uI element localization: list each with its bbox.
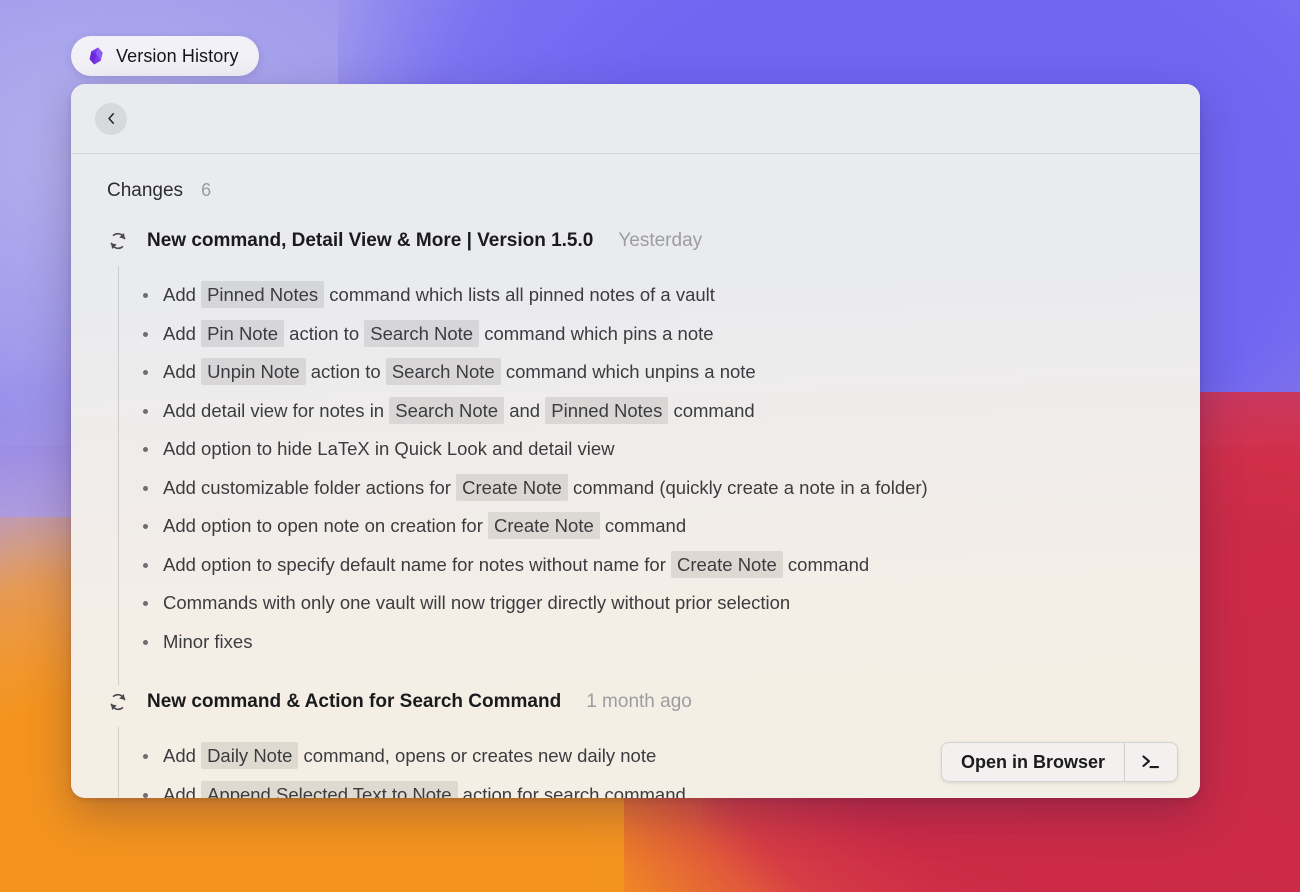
command-tag: Unpin Note — [201, 358, 306, 385]
command-tag: Daily Note — [201, 742, 298, 769]
open-in-browser-button[interactable]: Open in Browser — [942, 743, 1124, 781]
release-header: New command, Detail View & More | Versio… — [107, 224, 1164, 258]
app-title-pill[interactable]: Version History — [71, 36, 259, 76]
changes-title: Changes — [107, 180, 183, 202]
release-timestamp: 1 month ago — [586, 691, 692, 713]
window-titlebar — [71, 84, 1200, 154]
command-tag: Pin Note — [201, 320, 284, 347]
release-title: New command & Action for Search Command — [147, 691, 561, 713]
chevron-left-icon — [105, 112, 118, 125]
command-tag: Search Note — [389, 397, 504, 424]
command-tag: Search Note — [386, 358, 501, 385]
version-history-window: Changes 6 New command, Detail View & Mor… — [71, 84, 1200, 798]
release-note-item: Add Pin Note action to Search Note comma… — [163, 315, 1164, 354]
release-entry: New command, Detail View & More | Versio… — [107, 224, 1164, 685]
release-notes-body: Add Pinned Notes command which lists all… — [118, 266, 1164, 685]
changelog-scroll-area[interactable]: New command, Detail View & More | Versio… — [71, 202, 1200, 798]
command-tag: Search Note — [364, 320, 479, 347]
command-tag: Create Note — [456, 474, 568, 501]
release-timestamp: Yesterday — [618, 230, 702, 252]
release-notes-list: Add Pinned Notes command which lists all… — [163, 276, 1164, 661]
release-note-item: Add customizable folder actions for Crea… — [163, 469, 1164, 508]
changes-count: 6 — [201, 180, 211, 201]
changes-header: Changes 6 — [71, 154, 1200, 202]
release-note-item: Commands with only one vault will now tr… — [163, 584, 1164, 623]
command-tag: Append Selected Text to Note — [201, 781, 457, 799]
release-header: New command & Action for Search Command 1… — [107, 685, 1164, 719]
actions-menu-button[interactable] — [1125, 743, 1177, 781]
command-tag: Pinned Notes — [545, 397, 668, 424]
app-title-label: Version History — [116, 46, 239, 67]
release-note-item: Add Unpin Note action to Search Note com… — [163, 353, 1164, 392]
command-tag: Create Note — [671, 551, 783, 578]
command-tag: Pinned Notes — [201, 281, 324, 308]
terminal-prompt-icon — [1141, 754, 1161, 770]
release-note-item: Minor fixes — [163, 623, 1164, 662]
sync-icon — [107, 691, 129, 713]
command-tag: Create Note — [488, 512, 600, 539]
back-button[interactable] — [95, 103, 127, 135]
release-title: New command, Detail View & More | Versio… — [147, 230, 593, 252]
release-note-item: Add option to hide LaTeX in Quick Look a… — [163, 430, 1164, 469]
action-bar: Open in Browser — [941, 742, 1178, 782]
release-note-item: Add option to open note on creation for … — [163, 507, 1164, 546]
release-note-item: Add detail view for notes in Search Note… — [163, 392, 1164, 431]
obsidian-logo-icon — [88, 47, 105, 65]
release-note-item: Add Pinned Notes command which lists all… — [163, 276, 1164, 315]
sync-icon — [107, 230, 129, 252]
release-note-item: Add option to specify default name for n… — [163, 546, 1164, 585]
